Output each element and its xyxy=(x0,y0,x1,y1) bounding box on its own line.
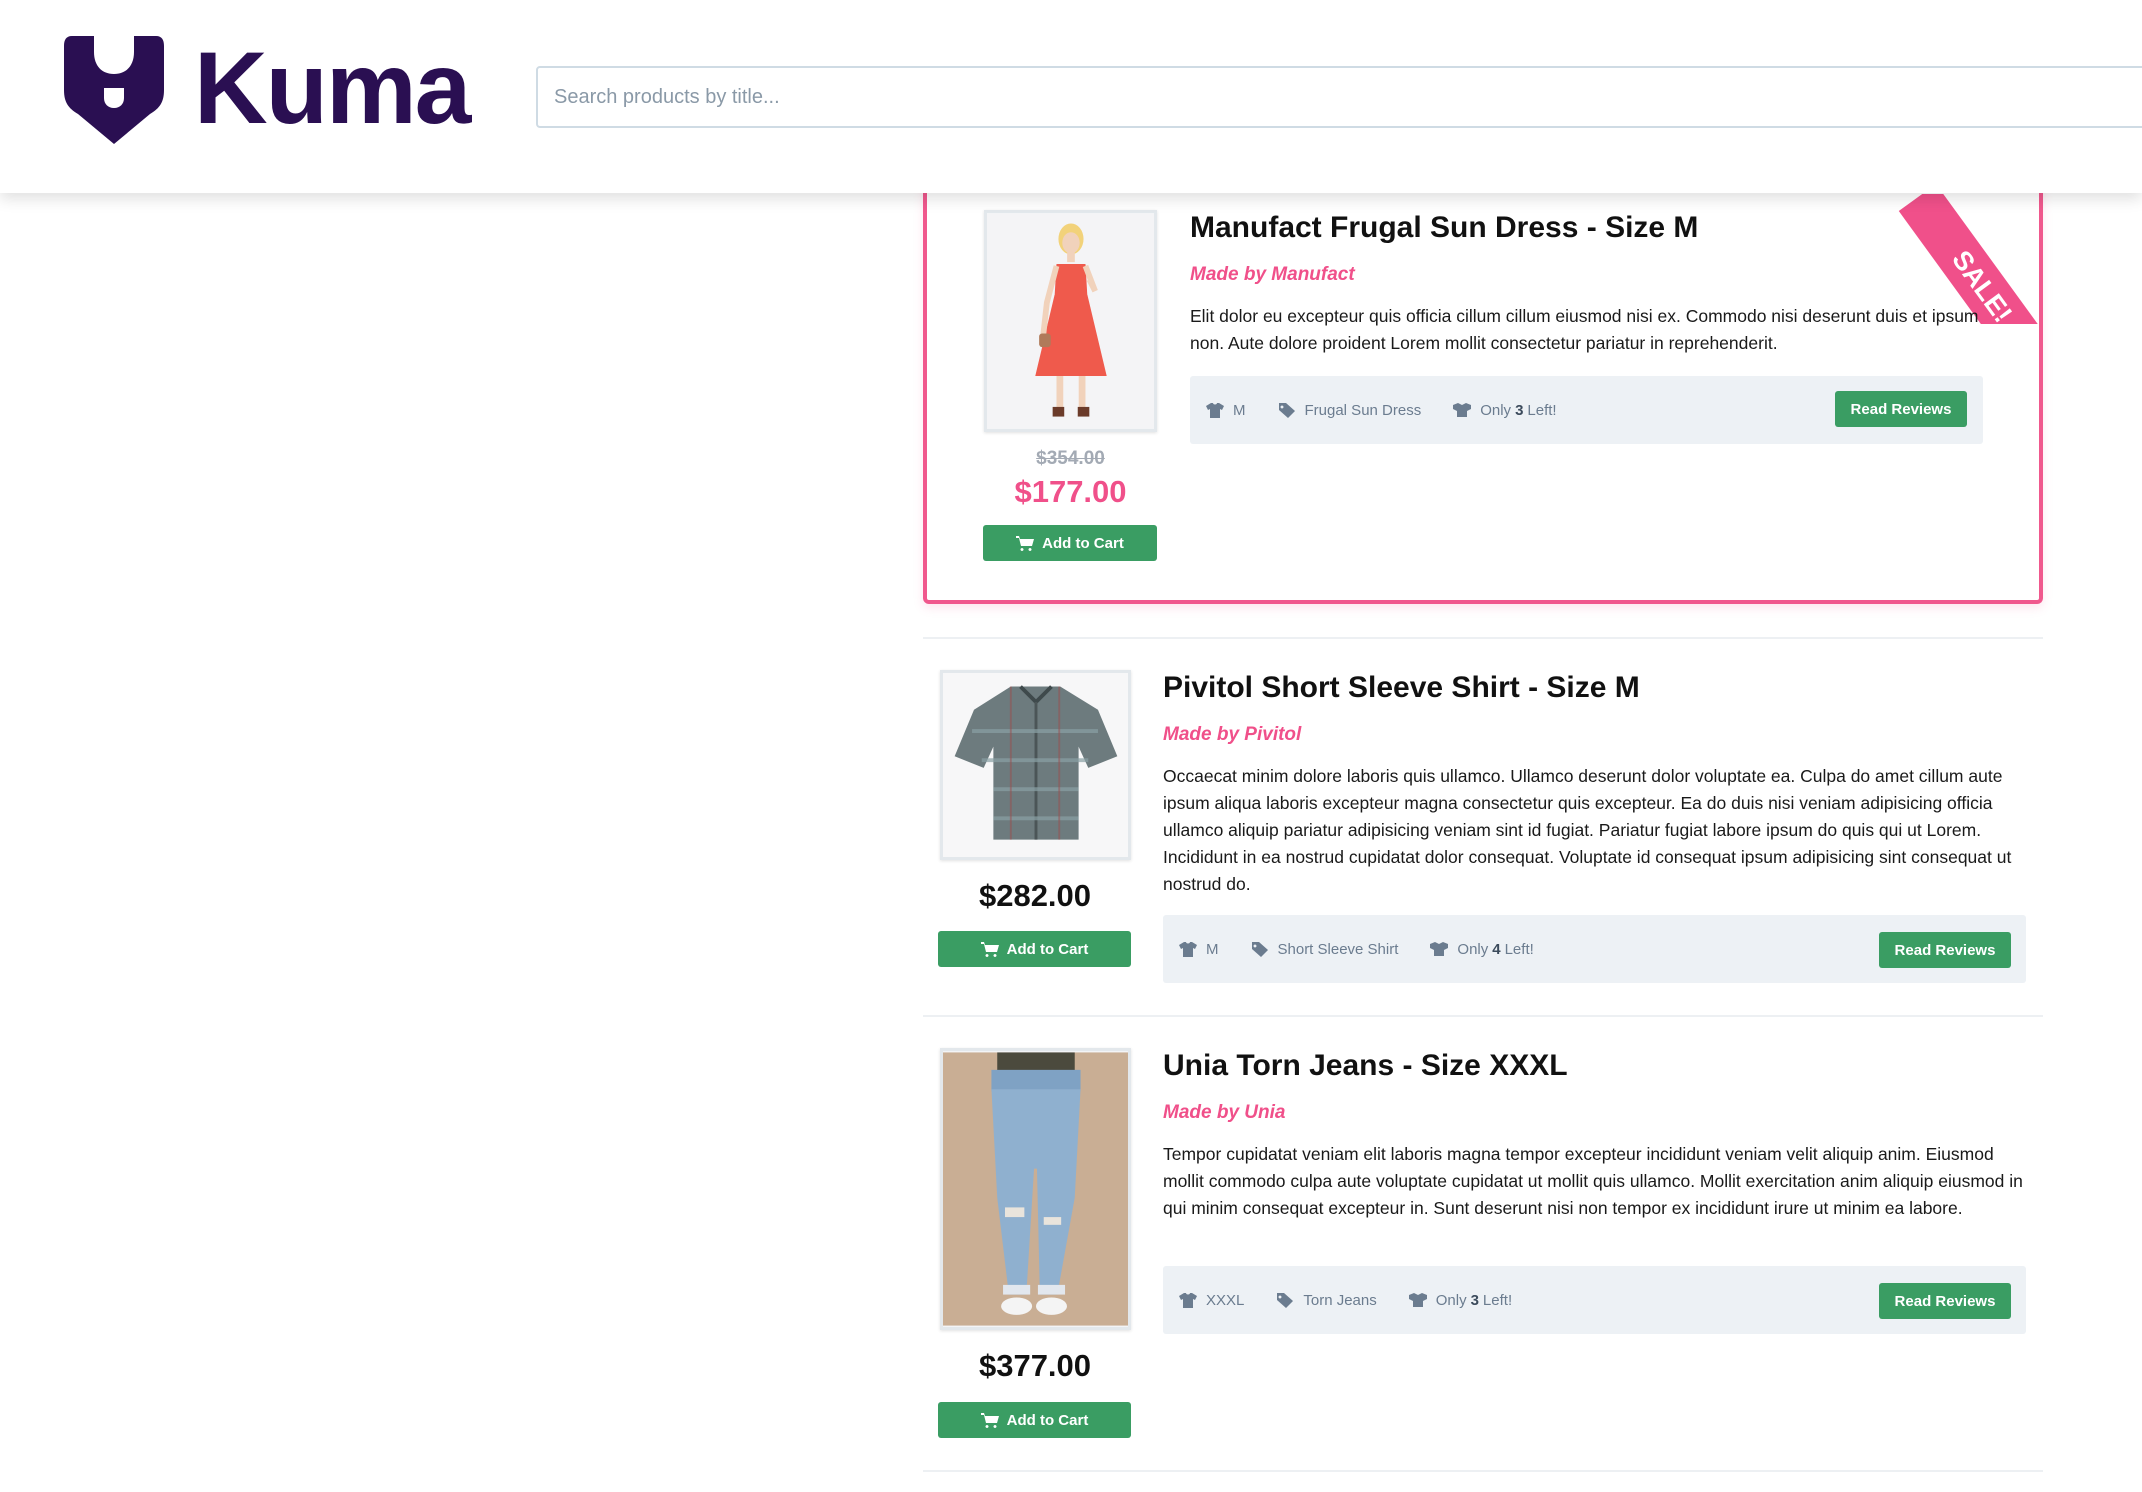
meta-tag-value: Frugal Sun Dress xyxy=(1304,401,1422,419)
meta-stock-prefix: Only xyxy=(1457,940,1489,958)
product-description: Tempor cupidatat veniam elit laboris mag… xyxy=(1163,1144,2023,1218)
tag-icon xyxy=(1278,403,1295,418)
product-sale-price: $177.00 xyxy=(1014,474,1127,509)
meta-stock-suffix: Left! xyxy=(1527,401,1557,419)
boxes-icon xyxy=(1453,403,1472,417)
meta-stock-suffix: Left! xyxy=(1482,1291,1513,1309)
meta-stock: Only 3 Left! xyxy=(1408,1291,1513,1309)
add-to-cart-button[interactable]: Add to Cart xyxy=(938,931,1131,967)
product-maker[interactable]: Made by Pivitol xyxy=(1163,724,1301,746)
shirt-image xyxy=(943,673,1128,857)
meta-stock: Only 4 Left! xyxy=(1430,940,1534,958)
bear-logo-icon xyxy=(64,36,164,144)
boxes-icon xyxy=(1430,942,1449,956)
product-title[interactable]: Unia Torn Jeans - Size XXXL xyxy=(1163,1049,1568,1083)
tag-icon xyxy=(1251,942,1268,957)
tshirt-icon xyxy=(1179,1293,1197,1308)
product-maker[interactable]: Made by Unia xyxy=(1163,1102,1285,1124)
meta-tag: Short Sleeve Shirt xyxy=(1251,940,1399,958)
meta-tag-value: Short Sleeve Shirt xyxy=(1277,940,1399,958)
product-price: $377.00 xyxy=(978,1348,1092,1383)
meta-size-value: M xyxy=(1233,401,1246,419)
brand-name: Kuma xyxy=(194,31,471,145)
product-image-jeans[interactable] xyxy=(940,1048,1131,1330)
product-image-dress[interactable] xyxy=(984,210,1157,432)
meta-stock-count: 3 xyxy=(1515,401,1524,419)
jeans-image xyxy=(943,1052,1128,1326)
meta-stock-prefix: Only xyxy=(1435,1291,1467,1309)
add-to-cart-label: Add to Cart xyxy=(1006,940,1089,958)
brand-logo[interactable]: Kuma xyxy=(64,31,471,145)
meta-stock-prefix: Only xyxy=(1480,401,1512,419)
cart-icon xyxy=(980,942,999,957)
meta-size-value: M xyxy=(1206,940,1219,958)
meta-stock: Only 3 Left! xyxy=(1453,401,1557,419)
meta-stock-count: 3 xyxy=(1470,1291,1479,1309)
dress-image xyxy=(987,213,1154,429)
meta-size: M xyxy=(1206,402,1246,419)
product-description: Occaecat minim dolore laboris quis ullam… xyxy=(1163,766,2012,894)
add-to-cart-label: Add to Cart xyxy=(1042,534,1124,552)
search-input[interactable] xyxy=(536,66,2142,128)
tshirt-icon xyxy=(1179,942,1197,957)
card-divider xyxy=(923,637,2043,639)
meta-tag: Frugal Sun Dress xyxy=(1278,401,1422,419)
card-divider xyxy=(923,1015,2043,1017)
product-image-shirt[interactable] xyxy=(940,670,1131,860)
read-reviews-button[interactable]: Read Reviews xyxy=(1835,391,1967,427)
meta-tag-value: Torn Jeans xyxy=(1303,1291,1377,1309)
product-description: Elit dolor eu excepteur quis officia cil… xyxy=(1190,306,1979,353)
tshirt-icon xyxy=(1206,403,1224,418)
add-to-cart-label: Add to Cart xyxy=(1006,1411,1089,1429)
cart-icon xyxy=(1016,536,1035,551)
meta-size: M xyxy=(1179,941,1219,958)
read-reviews-button[interactable]: Read Reviews xyxy=(1879,1283,2011,1319)
read-reviews-button[interactable]: Read Reviews xyxy=(1879,932,2011,968)
tag-icon xyxy=(1277,1293,1294,1308)
meta-tag: Torn Jeans xyxy=(1276,1291,1377,1309)
product-title[interactable]: Manufact Frugal Sun Dress - Size M xyxy=(1190,211,1698,245)
cart-icon xyxy=(980,1413,999,1428)
meta-stock-suffix: Left! xyxy=(1504,940,1534,958)
add-to-cart-button[interactable]: Add to Cart xyxy=(938,1402,1131,1438)
boxes-icon xyxy=(1408,1293,1427,1307)
product-old-price: $354.00 xyxy=(1036,448,1105,469)
card-divider xyxy=(923,1470,2043,1472)
product-price: $282.00 xyxy=(978,878,1092,913)
meta-size: XXXL xyxy=(1179,1292,1244,1309)
site-header: Kuma xyxy=(0,0,2142,193)
product-maker[interactable]: Made by Manufact xyxy=(1190,264,1355,286)
add-to-cart-button[interactable]: Add to Cart xyxy=(983,525,1157,561)
meta-size-value: XXXL xyxy=(1206,1291,1245,1309)
meta-stock-count: 4 xyxy=(1492,940,1501,958)
product-title[interactable]: Pivitol Short Sleeve Shirt - Size M xyxy=(1163,671,1640,705)
